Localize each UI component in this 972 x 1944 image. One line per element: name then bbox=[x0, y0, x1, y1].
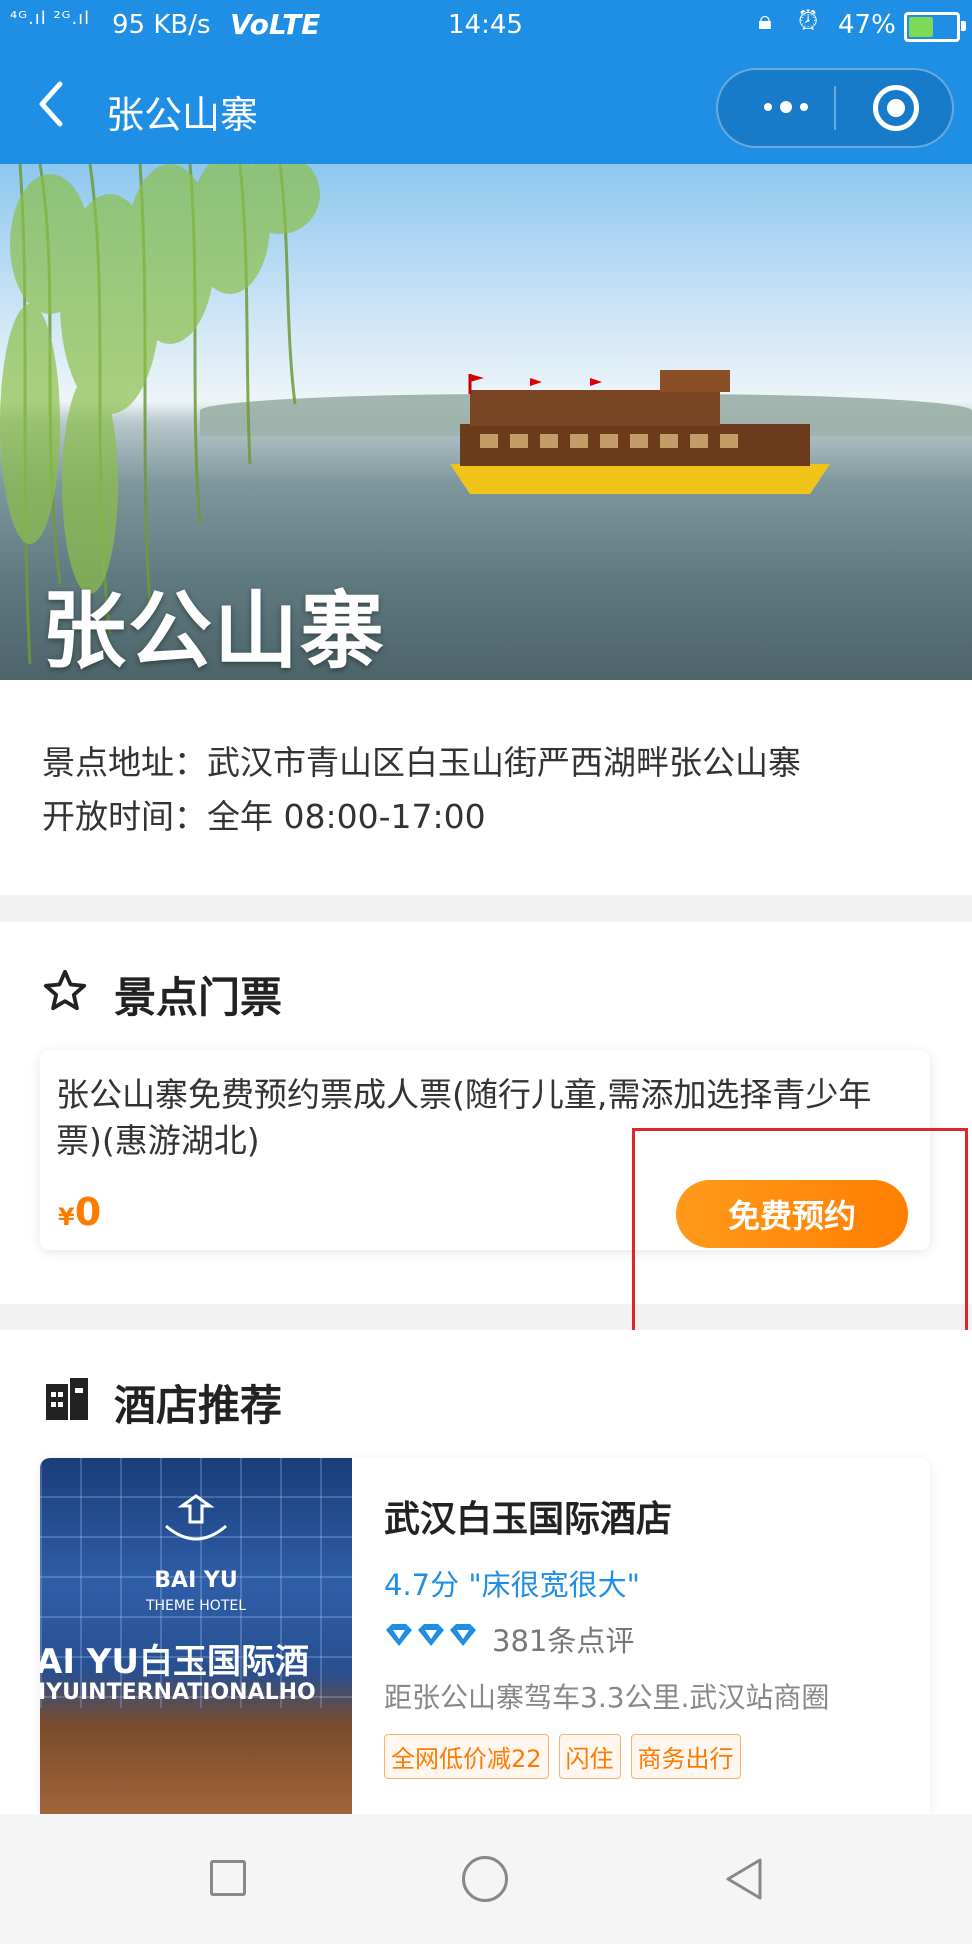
diamond-icon bbox=[386, 1624, 412, 1646]
hotel-image-sign-en: IYUINTERNATIONALHO bbox=[40, 1680, 316, 1705]
scenic-address: 景点地址：武汉市青山区白玉山街严西湖畔张公山寨 bbox=[42, 743, 801, 782]
hotel-image: BAI YU THEME HOTEL AI YU白玉国际酒 IYUINTERNA… bbox=[40, 1458, 352, 1814]
ticket-price: ¥0 bbox=[58, 1190, 101, 1234]
mini-program-header: 张公山寨 bbox=[0, 52, 972, 164]
chevron-left-icon[interactable] bbox=[28, 74, 76, 134]
rotation-lock-icon: 🔒︎ bbox=[758, 6, 772, 36]
opening-hours: 开放时间：全年 08:00-17:00 bbox=[42, 797, 486, 836]
scenic-info-card: 景点地址：武汉市青山区白玉山街严西湖畔张公山寨 开放时间：全年 08:00-17… bbox=[0, 680, 972, 895]
hotel-distance: 距张公山寨驾车3.3公里.武汉站商圈 bbox=[384, 1681, 830, 1714]
hotel-name: 武汉白玉国际酒店 bbox=[384, 1499, 673, 1540]
hotel-image-sub: THEME HOTEL bbox=[145, 1598, 247, 1614]
hotel-score: 4.7分 "床很宽很大" bbox=[384, 1568, 641, 1602]
battery-percent: 47% bbox=[838, 10, 896, 40]
ticket-section-title: 景点门票 bbox=[114, 973, 283, 1022]
diamond-icon bbox=[450, 1624, 476, 1646]
diamond-icon bbox=[418, 1624, 444, 1646]
hotel-image-brand: BAI YU bbox=[154, 1568, 238, 1593]
hotel-review-count: 381条点评 bbox=[492, 1624, 635, 1658]
boat-image bbox=[450, 370, 830, 494]
target-close-icon[interactable] bbox=[873, 85, 919, 131]
hotel-logo bbox=[165, 1494, 227, 1541]
home-icon[interactable] bbox=[462, 1856, 508, 1902]
hotel-section-title: 酒店推荐 bbox=[114, 1381, 283, 1430]
hotel-tag: 商务出行 bbox=[630, 1734, 741, 1779]
star-outline-icon bbox=[43, 969, 87, 1011]
page-title: 张公山寨 bbox=[106, 93, 259, 137]
network-speed: 95 KB/s bbox=[112, 10, 211, 40]
battery-icon bbox=[904, 12, 966, 42]
hotel-card[interactable]: BAI YU THEME HOTEL AI YU白玉国际酒 IYUINTERNA… bbox=[40, 1458, 930, 1814]
system-nav-bar bbox=[0, 1814, 972, 1944]
price-amount: 0 bbox=[74, 1190, 102, 1234]
back-triangle-icon[interactable] bbox=[720, 1854, 770, 1904]
status-bar: ⁴ᴳ.ıl ²ᴳ.ıl 95 KB/s VoLTE 14:45 🔒︎ ⏰︎ 47… bbox=[0, 0, 972, 52]
volte-indicator: VoLTE bbox=[230, 8, 321, 41]
hero-title: 张公山寨 bbox=[42, 582, 387, 680]
recent-apps-icon[interactable] bbox=[210, 1860, 246, 1896]
hotel-tag: 全网低价减22 bbox=[384, 1734, 549, 1779]
highlight-box bbox=[632, 1128, 968, 1350]
hero-banner: 张公山寨 bbox=[0, 164, 972, 680]
clock: 14:45 bbox=[448, 10, 523, 40]
alarm-icon: ⏰︎ bbox=[798, 6, 819, 36]
building-icon bbox=[46, 1378, 88, 1420]
hotel-tag: 闪住 bbox=[558, 1734, 621, 1779]
currency-symbol: ¥ bbox=[58, 1203, 75, 1231]
capsule-divider bbox=[834, 86, 836, 130]
hotel-section: 酒店推荐 BAI YU THEME HOTEL AI YU白玉国际酒 IYUIN… bbox=[0, 1330, 972, 1814]
signal-icon: ⁴ᴳ.ıl ²ᴳ.ıl bbox=[10, 8, 91, 29]
hotel-diamond-rating bbox=[384, 1622, 478, 1652]
hotel-tags: 全网低价减22 闪住 商务出行 bbox=[384, 1734, 741, 1779]
hotel-image-sign: AI YU白玉国际酒 bbox=[40, 1642, 310, 1682]
more-dots-icon[interactable] bbox=[746, 82, 826, 132]
capsule-menu bbox=[716, 68, 954, 148]
